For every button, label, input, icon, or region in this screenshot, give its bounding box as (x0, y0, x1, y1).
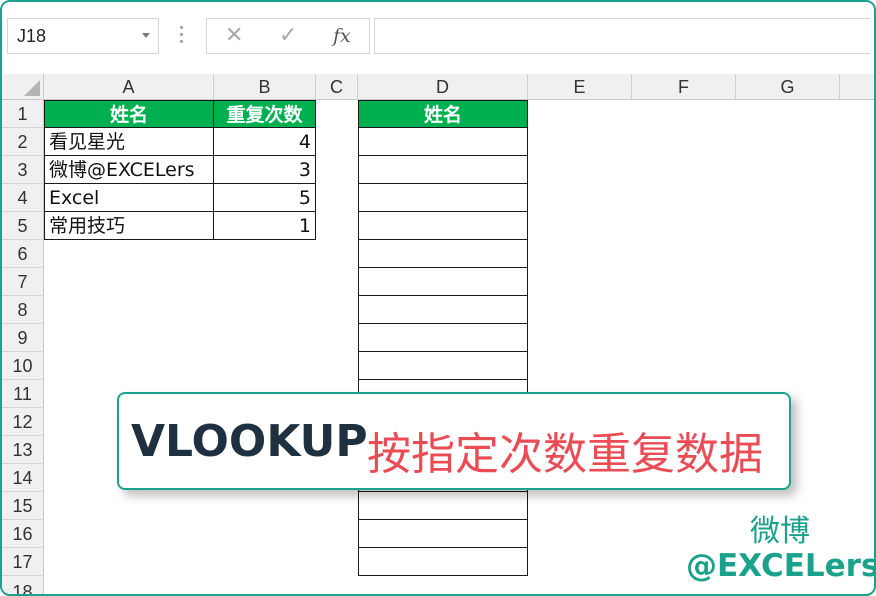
row-header[interactable]: 16 (2, 520, 44, 548)
cell-d17[interactable] (358, 548, 528, 576)
cell-a4[interactable]: Excel (44, 184, 214, 212)
cell-b2[interactable]: 4 (214, 128, 316, 156)
row-header[interactable]: 5 (2, 212, 44, 240)
formula-input[interactable] (374, 18, 870, 54)
row-header[interactable]: 7 (2, 268, 44, 296)
cell-d3[interactable] (358, 156, 528, 184)
banner-title-function: VLOOKUP (131, 416, 368, 467)
column-header-a[interactable]: A (44, 74, 214, 100)
cancel-icon[interactable]: ✕ (225, 23, 243, 48)
row-header[interactable]: 11 (2, 380, 44, 408)
cell-b5[interactable]: 1 (214, 212, 316, 240)
row-header[interactable]: 18 (2, 576, 44, 594)
row-header[interactable]: 1 (2, 100, 44, 128)
column-header-e[interactable]: E (528, 74, 632, 100)
cell-a3[interactable]: 微博@EXCELers (44, 156, 214, 184)
name-box-value: J18 (17, 26, 47, 46)
column-header-g[interactable]: G (736, 74, 840, 100)
formula-buttons: ✕ ✓ fx (206, 18, 370, 54)
cell-d8[interactable] (358, 296, 528, 324)
row-header[interactable]: 2 (2, 128, 44, 156)
cell-d10[interactable] (358, 352, 528, 380)
select-all-button[interactable] (2, 74, 44, 100)
app-frame: J18 ✕ ✓ fx A B C D E F G 1 2 3 4 5 6 7 8… (0, 0, 876, 596)
cell-a2[interactable]: 看见星光 (44, 128, 214, 156)
column-header-d[interactable]: D (358, 74, 528, 100)
cell-d4[interactable] (358, 184, 528, 212)
row-header[interactable]: 15 (2, 492, 44, 520)
enter-icon[interactable]: ✓ (279, 23, 297, 48)
column-header-f[interactable]: F (632, 74, 736, 100)
banner-title-description: 按指定次数重复数据 (367, 429, 763, 480)
cell-d16[interactable] (358, 520, 528, 548)
name-box[interactable]: J18 (7, 18, 159, 54)
insert-function-icon[interactable]: fx (333, 25, 351, 47)
cell-d1[interactable]: 姓名 (358, 100, 528, 128)
column-header-b[interactable]: B (214, 74, 316, 100)
row-header[interactable]: 4 (2, 184, 44, 212)
formula-bar: J18 ✕ ✓ fx (2, 2, 874, 70)
cell-d5[interactable] (358, 212, 528, 240)
cell-a5[interactable]: 常用技巧 (44, 212, 214, 240)
cell-d2[interactable] (358, 128, 528, 156)
row-header[interactable]: 3 (2, 156, 44, 184)
column-header-c[interactable]: C (316, 74, 358, 100)
row-header[interactable]: 8 (2, 296, 44, 324)
column-header-h[interactable] (840, 74, 874, 100)
cell-b4[interactable]: 5 (214, 184, 316, 212)
row-header[interactable]: 10 (2, 352, 44, 380)
chevron-down-icon[interactable] (142, 33, 150, 38)
row-header[interactable]: 12 (2, 408, 44, 436)
cell-d7[interactable] (358, 268, 528, 296)
watermark-handle: @EXCELers (686, 548, 876, 584)
row-header[interactable]: 14 (2, 464, 44, 492)
row-header[interactable]: 6 (2, 240, 44, 268)
row-header[interactable]: 9 (2, 324, 44, 352)
cell-a1[interactable]: 姓名 (44, 100, 214, 128)
cell-d9[interactable] (358, 324, 528, 352)
cell-b3[interactable]: 3 (214, 156, 316, 184)
drag-handle-icon[interactable] (180, 26, 184, 46)
cell-b1[interactable]: 重复次数 (214, 100, 316, 128)
row-header[interactable]: 13 (2, 436, 44, 464)
row-header[interactable]: 17 (2, 548, 44, 576)
title-banner: VLOOKUP 按指定次数重复数据 (117, 392, 791, 490)
watermark-weibo: 微博 (750, 514, 810, 549)
cell-d15[interactable] (358, 492, 528, 520)
cell-d6[interactable] (358, 240, 528, 268)
